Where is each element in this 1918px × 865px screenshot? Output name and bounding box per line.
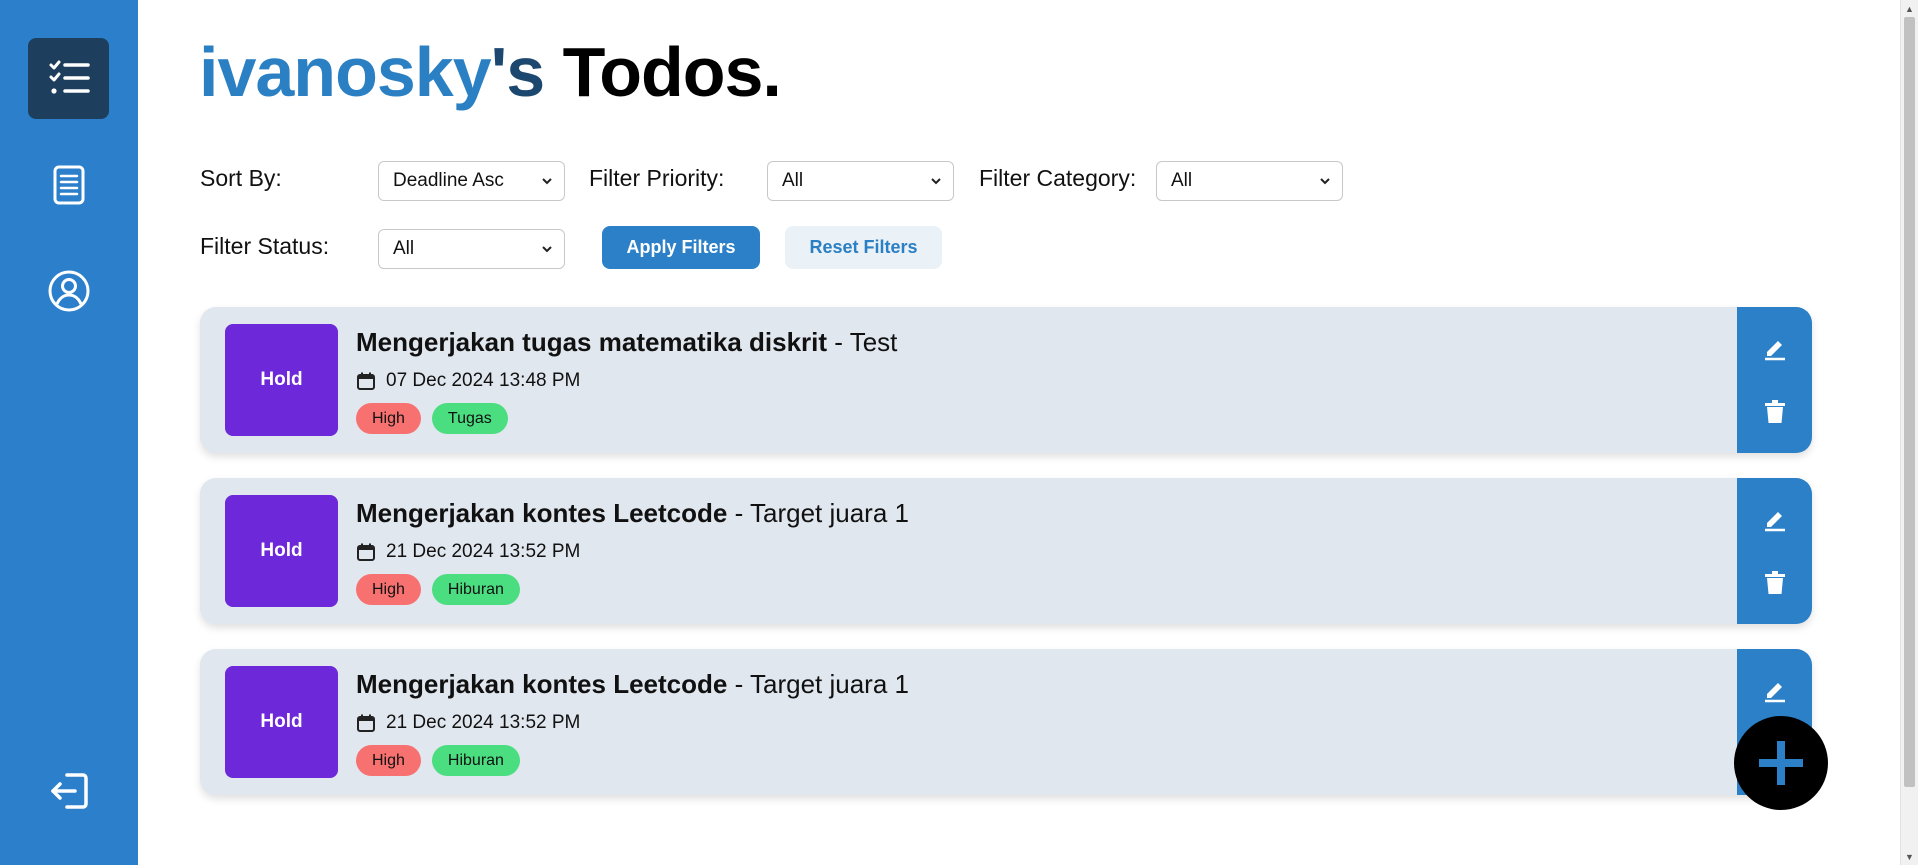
filter-category-select[interactable]: All <box>1156 161 1343 201</box>
todo-deadline: 07 Dec 2024 13:48 PM <box>356 370 580 392</box>
edit-todo-button[interactable] <box>1737 494 1812 544</box>
edit-todo-button[interactable] <box>1737 665 1812 715</box>
category-tag: Hiburan <box>431 574 520 605</box>
todo-list-icon <box>49 60 90 94</box>
delete-todo-button[interactable] <box>1737 558 1812 608</box>
vertical-scrollbar[interactable]: ▲ ▼ <box>1900 0 1918 865</box>
todo-status-badge: Hold <box>225 666 338 778</box>
priority-tag: High <box>356 574 421 605</box>
todo-tags: High Tugas <box>356 403 519 434</box>
chevron-down-icon <box>1320 178 1330 185</box>
calendar-icon <box>357 543 375 561</box>
todo-title-separator: - <box>827 327 850 357</box>
page-title: ivanosky's Todos. <box>199 32 782 112</box>
title-todos: Todos. <box>562 33 782 111</box>
todo-card[interactable]: Hold Mengerjakan kontes Leetcode - Targe… <box>200 649 1812 795</box>
todo-status-badge: Hold <box>225 495 338 607</box>
sidebar-item-profile[interactable] <box>28 250 109 331</box>
priority-tag: High <box>356 745 421 776</box>
title-possessive: 's <box>490 33 546 111</box>
todo-deadline: 21 Dec 2024 13:52 PM <box>356 712 580 734</box>
sidebar-item-logout[interactable] <box>28 750 109 831</box>
user-profile-icon <box>48 270 89 311</box>
todo-date-text: 07 Dec 2024 13:48 PM <box>386 370 581 391</box>
filter-status-value: All <box>393 238 415 259</box>
add-todo-button[interactable] <box>1734 716 1828 810</box>
filter-category-label: Filter Category: <box>979 165 1137 191</box>
delete-todo-button[interactable] <box>1737 387 1812 437</box>
todo-title: Mengerjakan kontes Leetcode - Target jua… <box>356 669 909 700</box>
scrollbar-thumb[interactable] <box>1904 17 1915 787</box>
reset-filters-button[interactable]: Reset Filters <box>785 226 942 269</box>
trash-icon <box>1764 400 1785 423</box>
sort-by-value: Deadline Asc <box>393 170 504 191</box>
todo-name: Mengerjakan tugas matematika diskrit <box>356 327 828 357</box>
todo-title: Mengerjakan tugas matematika diskrit - T… <box>356 327 897 358</box>
todo-date-text: 21 Dec 2024 13:52 PM <box>386 712 581 733</box>
todo-deadline: 21 Dec 2024 13:52 PM <box>356 541 580 563</box>
todo-tags: High Hiburan <box>356 745 531 776</box>
filter-priority-label: Filter Priority: <box>589 165 725 191</box>
todo-card[interactable]: Hold Mengerjakan tugas matematika diskri… <box>200 307 1812 453</box>
todo-actions <box>1737 307 1812 453</box>
todo-description: Target juara 1 <box>749 669 909 699</box>
filter-priority-select[interactable]: All <box>767 161 954 201</box>
edit-todo-button[interactable] <box>1737 323 1812 373</box>
pencil-icon <box>1764 512 1785 532</box>
todo-card[interactable]: Hold Mengerjakan kontes Leetcode - Targe… <box>200 478 1812 624</box>
chevron-down-icon <box>542 246 552 253</box>
plus-icon <box>1759 741 1803 785</box>
filter-status-select[interactable]: All <box>378 229 565 269</box>
todo-actions <box>1737 478 1812 624</box>
scroll-up-arrow-icon[interactable]: ▲ <box>1901 0 1918 17</box>
filter-status-label: Filter Status: <box>200 233 330 259</box>
pencil-icon <box>1764 683 1785 703</box>
trash-icon <box>1764 571 1785 594</box>
todo-description: Target juara 1 <box>749 498 909 528</box>
todo-title: Mengerjakan kontes Leetcode - Target jua… <box>356 498 909 529</box>
sort-by-label: Sort By: <box>200 165 282 191</box>
todo-title-separator: - <box>727 498 750 528</box>
sidebar-item-notes[interactable] <box>28 144 109 225</box>
calendar-icon <box>357 714 375 732</box>
sort-by-select[interactable]: Deadline Asc <box>378 161 565 201</box>
todo-date-text: 21 Dec 2024 13:52 PM <box>386 541 581 562</box>
sidebar-item-todos[interactable] <box>28 38 109 119</box>
title-username: ivanosky <box>199 33 492 111</box>
logout-icon <box>50 772 88 809</box>
calendar-icon <box>357 372 375 390</box>
todo-title-separator: - <box>727 669 750 699</box>
priority-tag: High <box>356 403 421 434</box>
filter-priority-value: All <box>782 170 804 191</box>
todo-name: Mengerjakan kontes Leetcode <box>356 498 728 528</box>
sidebar <box>0 0 138 865</box>
chevron-down-icon <box>931 178 941 185</box>
chevron-down-icon <box>542 178 552 185</box>
pencil-icon <box>1764 341 1785 361</box>
todo-status-badge: Hold <box>225 324 338 436</box>
category-tag: Tugas <box>431 403 508 434</box>
category-tag: Hiburan <box>431 745 520 776</box>
scroll-down-arrow-icon[interactable]: ▼ <box>1901 848 1918 865</box>
filter-category-value: All <box>1171 170 1193 191</box>
todo-name: Mengerjakan kontes Leetcode <box>356 669 728 699</box>
todo-description: Test <box>849 327 898 357</box>
apply-filters-button[interactable]: Apply Filters <box>602 226 760 269</box>
todo-tags: High Hiburan <box>356 574 531 605</box>
document-icon <box>53 165 84 204</box>
